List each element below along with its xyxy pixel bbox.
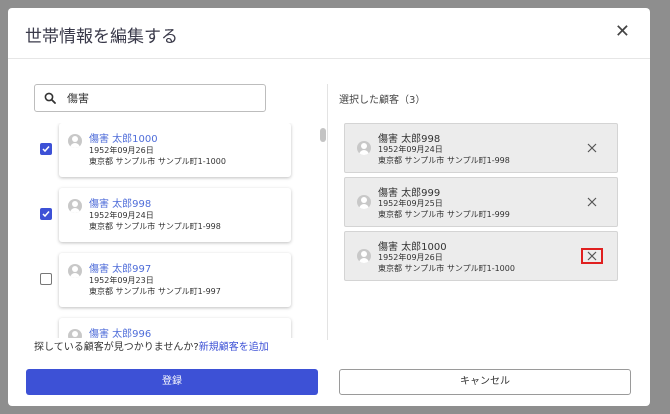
customer-birthdate: 1952年09月24日	[89, 211, 154, 220]
not-found-text: 探している顧客が見つかりませんか?	[34, 342, 199, 353]
selected-customers-header: 選択した顧客（3）	[339, 95, 426, 106]
checkmark-icon	[42, 211, 50, 218]
add-new-customer-link[interactable]: 新規顧客を追加	[199, 342, 269, 353]
avatar-icon	[68, 199, 82, 213]
customer-card[interactable]: 傷害 太郎997 1952年09月23日 東京都 サンプル市 サンプル町1-99…	[59, 253, 291, 307]
result-row: 傷害 太郎998 1952年09月24日 東京都 サンプル市 サンプル町1-99…	[28, 188, 318, 242]
result-row: 傷害 太郎1000 1952年09月26日 東京都 サンプル市 サンプル町1-1…	[28, 123, 318, 177]
customer-card[interactable]: 傷害 太郎996	[59, 318, 291, 338]
customer-birthdate: 1952年09月26日	[89, 146, 154, 155]
result-row: 傷害 太郎996	[28, 318, 318, 338]
customer-card[interactable]: 傷害 太郎998 1952年09月24日 東京都 サンプル市 サンプル町1-99…	[59, 188, 291, 242]
avatar-icon	[357, 141, 371, 155]
result-row: 傷害 太郎997 1952年09月23日 東京都 サンプル市 サンプル町1-99…	[28, 253, 318, 307]
customer-address: 東京都 サンプル市 サンプル町1-997	[89, 287, 221, 296]
avatar-icon	[357, 195, 371, 209]
customer-name-link[interactable]: 傷害 太郎998	[89, 195, 151, 210]
results-scrollbar[interactable]	[320, 128, 326, 340]
selected-customer-birthdate: 1952年09月24日	[378, 145, 443, 154]
avatar-icon	[68, 329, 82, 338]
dialog-title: 世帯情報を編集する	[25, 27, 178, 47]
customer-name-link[interactable]: 傷害 太郎996	[89, 325, 151, 338]
customer-address: 東京都 サンプル市 サンプル町1-1000	[89, 157, 226, 166]
customer-card[interactable]: 傷害 太郎1000 1952年09月26日 東京都 サンプル市 サンプル町1-1…	[59, 123, 291, 177]
edit-household-dialog: 世帯情報を編集する ✕ 傷害 太郎1000 1952年09月26日 東京都 サン…	[8, 8, 650, 406]
selected-customer-birthdate: 1952年09月25日	[378, 199, 443, 208]
checkmark-icon	[42, 146, 50, 153]
remove-customer-button[interactable]	[581, 248, 603, 264]
selected-customer-address: 東京都 サンプル市 サンプル町1-999	[378, 210, 510, 219]
close-icon	[587, 251, 597, 261]
selected-customer-card: 傷害 太郎998 1952年09月24日 東京都 サンプル市 サンプル町1-99…	[344, 123, 618, 173]
search-results-list[interactable]: 傷害 太郎1000 1952年09月26日 東京都 サンプル市 サンプル町1-1…	[28, 123, 328, 338]
result-checkbox[interactable]	[40, 143, 52, 155]
search-icon	[44, 92, 56, 104]
selected-customer-card: 傷害 太郎999 1952年09月25日 東京都 サンプル市 サンプル町1-99…	[344, 177, 618, 227]
result-checkbox[interactable]	[40, 273, 52, 285]
customer-address: 東京都 サンプル市 サンプル町1-998	[89, 222, 221, 231]
remove-customer-button[interactable]	[581, 140, 603, 156]
not-found-message: 探している顧客が見つかりませんか?新規顧客を追加	[34, 338, 269, 353]
selected-customer-name: 傷害 太郎999	[378, 188, 441, 199]
customer-birthdate: 1952年09月23日	[89, 276, 154, 285]
close-icon[interactable]: ✕	[615, 23, 630, 41]
selected-customer-address: 東京都 サンプル市 サンプル町1-1000	[378, 264, 515, 273]
avatar-icon	[68, 264, 82, 278]
avatar-icon	[68, 134, 82, 148]
result-checkbox[interactable]	[40, 208, 52, 220]
cancel-button[interactable]: キャンセル	[339, 369, 631, 395]
selected-customer-name: 傷害 太郎1000	[378, 242, 447, 253]
close-icon	[587, 143, 597, 153]
selected-customer-name: 傷害 太郎998	[378, 134, 441, 145]
search-field[interactable]	[34, 84, 266, 112]
selected-customer-birthdate: 1952年09月26日	[378, 253, 443, 262]
scrollbar-thumb[interactable]	[320, 128, 326, 142]
dialog-header: 世帯情報を編集する ✕	[8, 8, 650, 59]
search-input[interactable]	[65, 88, 259, 108]
selected-customer-card: 傷害 太郎1000 1952年09月26日 東京都 サンプル市 サンプル町1-1…	[344, 231, 618, 281]
register-button[interactable]: 登録	[26, 369, 318, 395]
remove-customer-button[interactable]	[581, 194, 603, 210]
close-icon	[587, 197, 597, 207]
column-divider	[327, 84, 328, 340]
customer-name-link[interactable]: 傷害 太郎1000	[89, 130, 158, 145]
customer-name-link[interactable]: 傷害 太郎997	[89, 260, 151, 275]
avatar-icon	[357, 249, 371, 263]
selected-customer-address: 東京都 サンプル市 サンプル町1-998	[378, 156, 510, 165]
